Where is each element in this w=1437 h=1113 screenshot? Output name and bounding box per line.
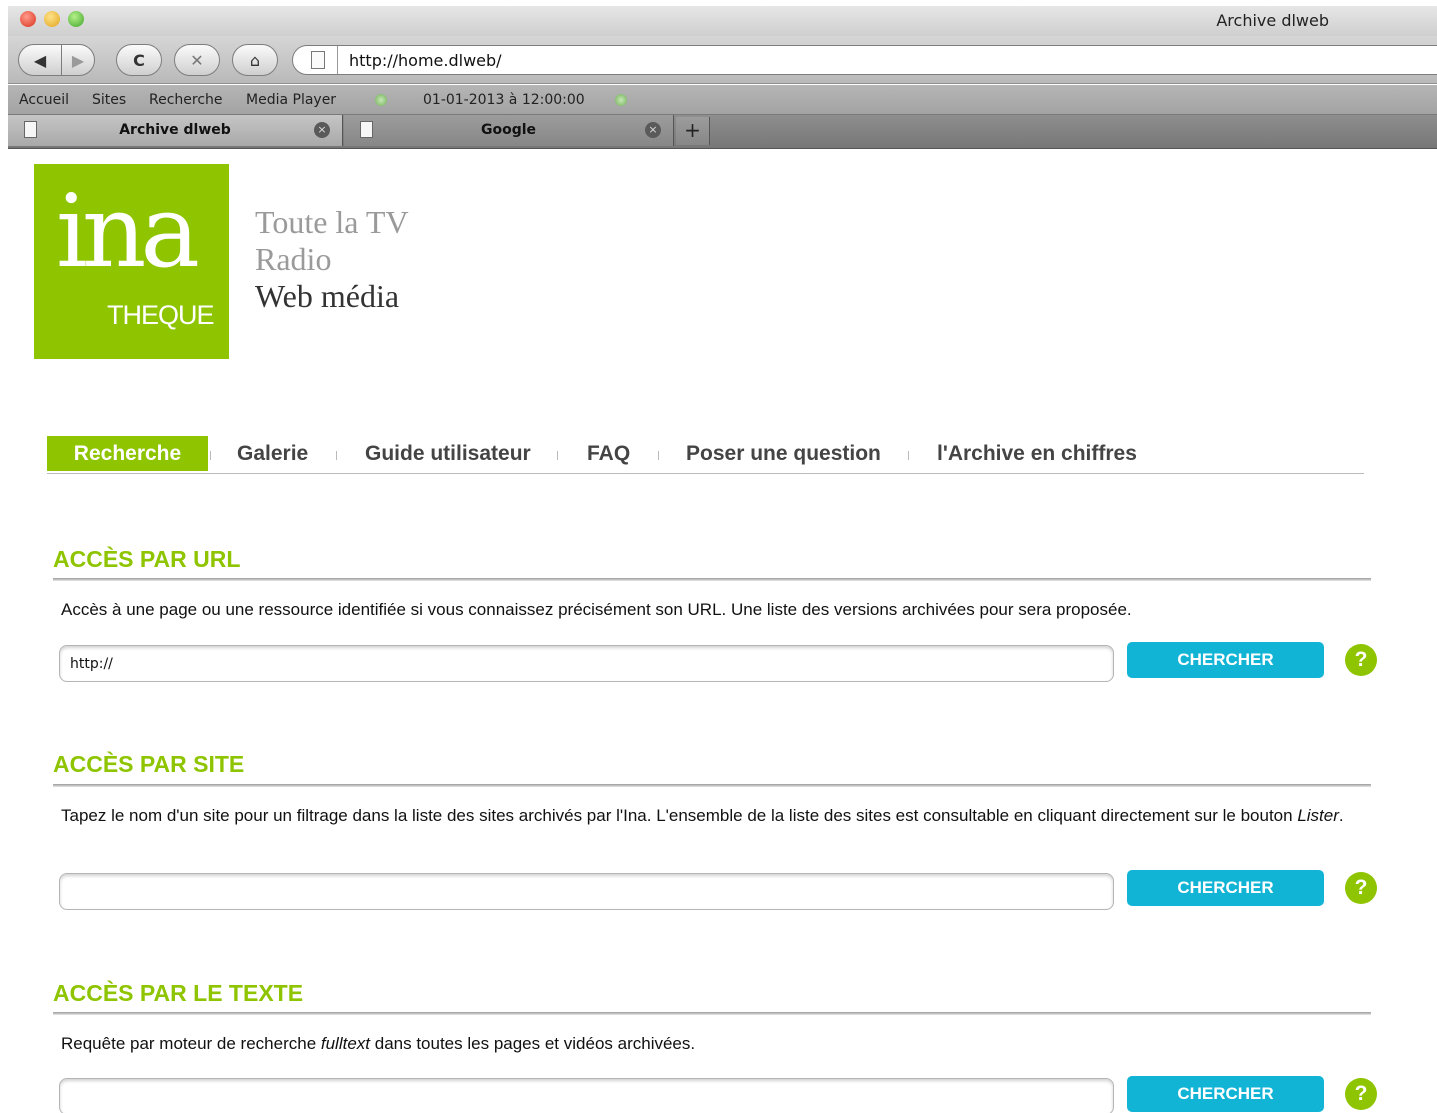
browser-toolbar: ◀ ▶ C ✕ ⌂ http://home.dlweb/ — [8, 36, 1437, 84]
section-divider — [53, 784, 1371, 787]
stop-icon: ✕ — [190, 50, 204, 70]
section-description-url: Accès à une page ou une ressource identi… — [61, 600, 1132, 619]
window-title: Archive dlweb — [1216, 11, 1329, 30]
status-dot-icon — [375, 94, 387, 106]
section-title-text: ACCÈS PAR LE TEXTE — [53, 980, 304, 1006]
description-text: Tapez le nom d'un site pour un filtrage … — [61, 806, 1298, 825]
section-title-site: ACCÈS PAR SITE — [53, 751, 245, 777]
close-tab-icon[interactable]: × — [314, 122, 330, 138]
menu-separator — [908, 451, 909, 460]
menu-separator — [557, 451, 558, 460]
fulltext-text: fulltext — [320, 1034, 371, 1053]
description-text: Requête par moteur de recherche — [61, 1034, 321, 1053]
menu-item-guide-utilisateur[interactable]: Guide utilisateur — [365, 436, 531, 471]
reload-icon: C — [133, 50, 145, 70]
forward-arrow-icon: ▶ — [71, 50, 85, 70]
ina-theque-logo[interactable]: ina THEQUE — [34, 164, 229, 359]
menu-item-galerie[interactable]: Galerie — [237, 436, 308, 471]
menu-separator — [210, 451, 211, 460]
description-text: . — [1338, 806, 1344, 825]
menu-item-faq[interactable]: FAQ — [587, 436, 630, 471]
close-tab-icon[interactable]: × — [645, 122, 661, 138]
text-search-input[interactable] — [59, 1078, 1114, 1113]
section-description-site: Tapez le nom d'un site pour un filtrage … — [61, 805, 1377, 827]
menu-item-poser-une-question[interactable]: Poser une question — [686, 436, 881, 471]
address-bar-url[interactable]: http://home.dlweb/ — [349, 51, 502, 70]
help-icon[interactable]: ? — [1345, 872, 1377, 904]
home-button[interactable]: ⌂ — [232, 44, 278, 76]
tab-google[interactable]: Google × — [344, 115, 674, 146]
section-divider — [53, 1012, 1371, 1015]
bookmark-sites[interactable]: Sites — [92, 92, 126, 108]
bookmarks-bar: Accueil Sites Recherche Media Player 01-… — [8, 85, 1437, 115]
main-menu: Recherche Galerie Guide utilisateur FAQ … — [47, 436, 1364, 474]
logo-text: ina — [56, 173, 200, 290]
new-tab-button[interactable]: + — [676, 117, 710, 145]
address-bar[interactable]: http://home.dlweb/ — [292, 45, 1437, 75]
url-search-button[interactable]: CHERCHER — [1127, 642, 1324, 678]
archive-date: 01-01-2013 à 12:00:00 — [423, 92, 585, 108]
minimize-window-icon[interactable] — [44, 11, 60, 27]
description-text: dans toutes les pages et vidéos archivée… — [370, 1034, 696, 1053]
tab-title: Google — [480, 122, 537, 138]
bookmark-accueil[interactable]: Accueil — [19, 92, 69, 108]
menu-item-archive-en-chiffres[interactable]: l'Archive en chiffres — [937, 436, 1137, 471]
status-dot-icon — [615, 94, 627, 106]
section-divider — [53, 578, 1371, 581]
url-search-input[interactable] — [59, 645, 1114, 682]
window-titlebar: Archive dlweb — [8, 6, 1437, 36]
menu-separator — [336, 451, 337, 460]
reload-button[interactable]: C — [116, 44, 162, 76]
bookmark-recherche[interactable]: Recherche — [149, 92, 223, 108]
tab-title: Archive dlweb — [119, 122, 231, 138]
tagline-line: Radio — [255, 241, 332, 277]
stop-button[interactable]: ✕ — [174, 44, 220, 76]
tagline-line: Web média — [255, 278, 400, 314]
section-title-url: ACCÈS PAR URL — [53, 546, 241, 572]
section-description-text: Requête par moteur de recherche fulltext… — [61, 1033, 1377, 1055]
menu-item-recherche[interactable]: Recherche — [47, 436, 208, 471]
logo-subtext: THEQUE — [107, 300, 215, 330]
menu-separator — [658, 451, 659, 460]
site-search-button[interactable]: CHERCHER — [1127, 870, 1324, 906]
site-search-input[interactable] — [59, 873, 1114, 910]
lister-text: Lister — [1297, 806, 1339, 825]
address-bar-divider — [337, 46, 338, 74]
tab-bar: Archive dlweb × Google × + — [8, 115, 1437, 149]
home-icon: ⌂ — [249, 50, 261, 70]
tagline-line: Toute la TV — [255, 204, 409, 240]
forward-button[interactable]: ▶ — [61, 44, 95, 76]
bookmark-media-player[interactable]: Media Player — [246, 92, 336, 108]
tab-archive-dlweb[interactable]: Archive dlweb × — [8, 115, 343, 146]
zoom-window-icon[interactable] — [68, 11, 84, 27]
help-icon[interactable]: ? — [1345, 644, 1377, 676]
close-window-icon[interactable] — [20, 11, 36, 27]
page-icon — [311, 51, 325, 69]
back-button[interactable]: ◀ — [18, 44, 62, 76]
help-icon[interactable]: ? — [1345, 1078, 1377, 1110]
back-arrow-icon: ◀ — [33, 50, 47, 70]
text-search-button[interactable]: CHERCHER — [1127, 1076, 1324, 1112]
